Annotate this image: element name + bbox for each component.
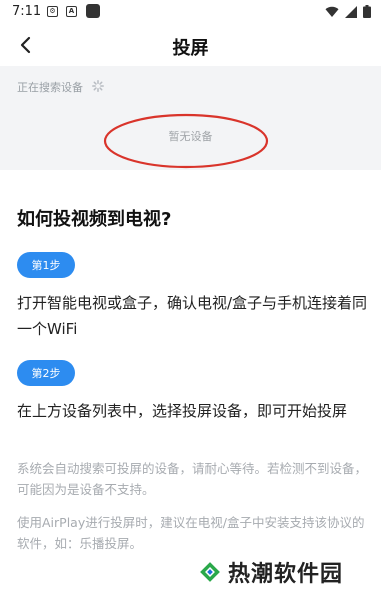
app-status-icon: A (66, 6, 77, 17)
signal-icon (345, 5, 357, 18)
watermark: 热潮软件园 (198, 556, 343, 588)
search-status-text: 正在搜索设备 (17, 81, 83, 94)
guide-title: 如何投视频到电视? (17, 209, 172, 230)
status-time: 7:11 (12, 4, 42, 19)
annotation-ellipse (103, 113, 269, 169)
step-1-badge: 第1步 (17, 252, 75, 278)
hint-auto-search: 系统会自动搜索可投屏的设备，请耐心等待。若检测不到设备，可能因为是设备不支持。 (17, 461, 368, 497)
top-navigation-bar: 投屏 (0, 24, 381, 66)
system-status-icons (325, 5, 371, 18)
watermark-logo-icon (200, 562, 220, 582)
search-status-bar: 正在搜索设备 (0, 66, 381, 104)
hint-airplay: 使用AirPlay进行投屏时，建议在电视/盒子中安装支持该协议的软件，如：乐播投… (17, 515, 365, 551)
status-bar: 7:11 ⚙ A (0, 0, 381, 24)
battery-icon (363, 5, 371, 18)
watermark-text: 热潮软件园 (228, 562, 344, 587)
step-2-text: 在上方设备列表中，选择投屏设备，即可开始投屏 (17, 402, 348, 420)
wifi-icon (325, 6, 339, 17)
page-title: 投屏 (172, 38, 209, 59)
settings-status-icon: ⚙ (47, 6, 58, 17)
cast-guide-card: 如何投视频到电视? 第1步 打开智能电视或盒子，确认电视/盒子与手机连接着同一个… (0, 170, 381, 600)
step-1-text: 打开智能电视或盒子，确认电视/盒子与手机连接着同一个WiFi (17, 294, 368, 338)
step-2-badge: 第2步 (17, 360, 75, 386)
notification-status-icon (86, 4, 100, 18)
loading-spinner-icon (92, 80, 104, 92)
